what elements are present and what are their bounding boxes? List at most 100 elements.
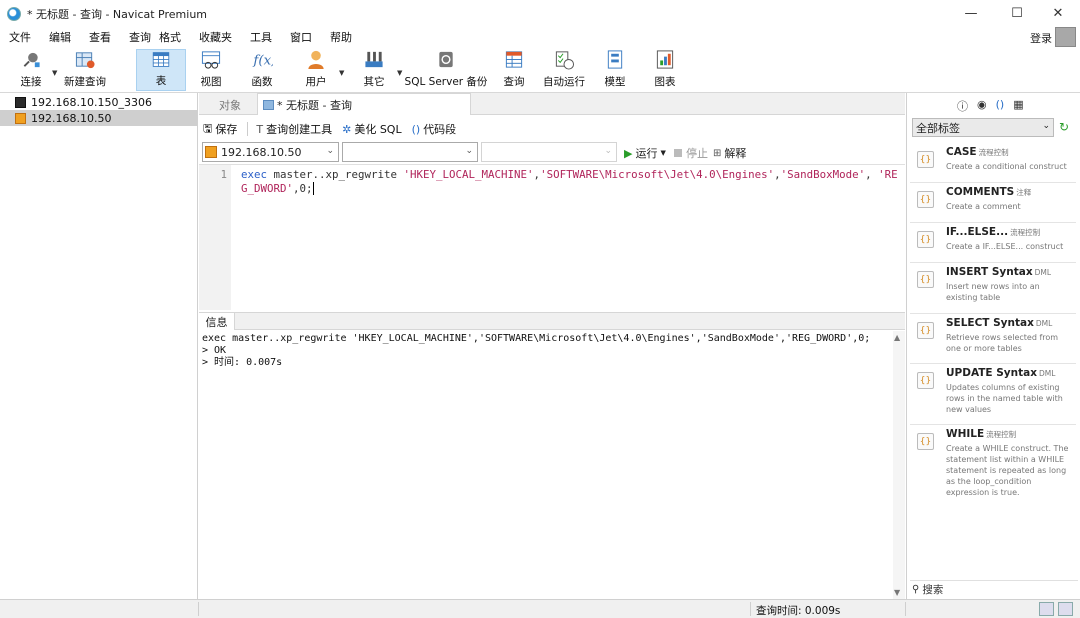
layout-left-icon[interactable]	[1039, 602, 1054, 616]
snippet-item[interactable]: {} WHILE 流程控制 Create a WHILE construct. T…	[910, 425, 1076, 505]
sqlserver-backup-label: SQL Server 备份	[404, 76, 488, 88]
snippet-desc: Create a conditional construct	[946, 162, 1067, 171]
backup-icon	[439, 51, 453, 68]
snippet-item[interactable]: {} COMMENTS 注释 Create a comment	[910, 183, 1076, 223]
menu-file[interactable]: 文件	[0, 29, 40, 45]
query-tab-label: * 无标题 - 查询	[277, 98, 352, 112]
layout-right-icon[interactable]	[1058, 602, 1073, 616]
explain-button[interactable]: ⊞ 解释	[713, 145, 746, 161]
user-dropdown-icon[interactable]: ▼	[339, 69, 344, 77]
chart-button[interactable]: 图表	[650, 49, 680, 91]
save-button[interactable]: 🖫 保存	[203, 120, 237, 139]
sql-text: master..xp_regwrite	[267, 168, 404, 181]
hammer-icon: T	[256, 122, 264, 136]
table-button[interactable]: 表	[136, 49, 186, 91]
snippet-search[interactable]: ⚲ 搜索	[910, 580, 1078, 598]
connection-item-150[interactable]: 192.168.10.150_3306	[0, 94, 197, 110]
menu-edit[interactable]: 编辑	[40, 29, 80, 45]
auto-run-button[interactable]: 自动运行	[541, 49, 587, 91]
snippet-icon: {}	[917, 372, 934, 389]
menu-format[interactable]: 格式	[155, 29, 190, 45]
menu-favorites[interactable]: 收藏夹	[190, 29, 241, 45]
connection-select[interactable]: 192.168.10.50 ⌄	[202, 142, 339, 162]
search-icon: ⚲	[912, 584, 920, 595]
connection-item-50[interactable]: 192.168.10.50	[0, 110, 197, 126]
run-dropdown-icon[interactable]: ▼	[660, 149, 665, 157]
grid-icon[interactable]: ▦	[1013, 98, 1023, 114]
navicat-logo-icon	[7, 6, 21, 21]
new-query-button[interactable]: 新建查询	[62, 49, 108, 91]
info-icon[interactable]: ⓘ	[957, 98, 968, 114]
snippet-title-row: WHILE 流程控制	[946, 428, 1016, 440]
log-line: exec master..xp_regwrite 'HKEY_LOCAL_MAC…	[202, 333, 871, 344]
main-toolbar: 连接 ▼ 新建查询 表 视图 f(x) 函数 用户 ▼ 其它 ▼ SQL Ser…	[0, 47, 1080, 93]
tag-filter-select[interactable]: 全部标签 ⌄	[912, 118, 1054, 137]
tab-info[interactable]: 信息	[199, 313, 235, 330]
snippet-item[interactable]: {} SELECT Syntax DML Retrieve rows select…	[910, 314, 1076, 364]
menu-window[interactable]: 窗口	[281, 29, 321, 45]
menu-help[interactable]: 帮助	[321, 29, 361, 45]
connect-button[interactable]: 连接	[14, 49, 48, 91]
status-divider	[750, 602, 751, 616]
snippet-desc: Insert new rows into an existing table	[946, 282, 1040, 302]
query-time: 查询时间: 0.009s	[756, 605, 841, 617]
title-bar: * 无标题 - 查询 - Navicat Premium — ☐ ✕	[0, 0, 1080, 27]
close-button[interactable]: ✕	[1035, 0, 1080, 27]
user-icon	[308, 50, 324, 70]
snippet-icon: {}	[917, 433, 934, 450]
snippet-icon: {}	[917, 271, 934, 288]
refresh-icon[interactable]: ↻	[1059, 120, 1069, 134]
tag-filter-value: 全部标签	[916, 121, 960, 135]
tab-objects[interactable]: 对象	[219, 97, 241, 113]
eye-icon[interactable]: ◉	[977, 98, 987, 114]
code-snippet-button[interactable]: () 代码段	[412, 121, 457, 137]
run-button[interactable]: ▶ 运行 ▼	[624, 145, 666, 161]
stop-button[interactable]: 停止	[674, 145, 708, 161]
line-number: 1	[220, 169, 227, 181]
menu-view[interactable]: 查看	[80, 29, 120, 45]
sql-editor[interactable]: 1 exec master..xp_regwrite 'HKEY_LOCAL_M…	[199, 164, 905, 310]
connect-dropdown-icon[interactable]: ▼	[52, 69, 57, 77]
scroll-down-icon[interactable]: ▼	[894, 588, 900, 597]
sql-keyword: exec	[241, 168, 268, 181]
connection-label: 192.168.10.50	[31, 111, 112, 125]
sqlserver-backup-button[interactable]: SQL Server 备份	[404, 49, 488, 91]
login-link[interactable]: 登录	[1030, 30, 1052, 46]
menu-query[interactable]: 查询	[120, 29, 155, 45]
snippet-item[interactable]: {} UPDATE Syntax DML Updates columns of e…	[910, 364, 1076, 425]
line-gutter: 1	[199, 165, 231, 310]
user-button[interactable]: 用户	[302, 49, 330, 91]
snippet-icon: {}	[917, 191, 934, 208]
snippet-item[interactable]: {} INSERT Syntax DML Insert new rows into…	[910, 263, 1076, 314]
braces-icon[interactable]: ()	[996, 98, 1005, 114]
scroll-up-icon[interactable]: ▲	[894, 333, 900, 342]
user-avatar-icon[interactable]	[1055, 27, 1076, 47]
snippet-item[interactable]: {} IF...ELSE... 流程控制 Create a IF...ELSE..…	[910, 223, 1076, 263]
maximize-button[interactable]: ☐	[994, 0, 1040, 27]
other-dropdown-icon[interactable]: ▼	[397, 69, 402, 77]
sqlserver-connection-icon	[15, 112, 26, 124]
text-cursor: ​	[312, 182, 314, 195]
beautify-sql-button[interactable]: ✲ 美化 SQL	[342, 121, 401, 137]
snippet-desc: Create a comment	[946, 202, 1021, 211]
mysql-connection-icon	[15, 96, 26, 108]
snippet-icon: {}	[917, 151, 934, 168]
function-button[interactable]: f(x) 函数	[246, 49, 278, 91]
menu-tools[interactable]: 工具	[241, 29, 281, 45]
sql-code[interactable]: exec master..xp_regwrite 'HKEY_LOCAL_MAC…	[241, 168, 901, 196]
view-button[interactable]: 视图	[195, 49, 227, 91]
tab-query[interactable]: * 无标题 - 查询	[257, 93, 471, 115]
query-button[interactable]: 查询	[498, 49, 530, 91]
schema-select[interactable]: ⌄	[481, 142, 617, 162]
other-button[interactable]: 其它	[360, 49, 388, 91]
database-select[interactable]: ⌄	[342, 142, 478, 162]
sql-string: 'HKEY_LOCAL_MACHINE'	[403, 168, 534, 181]
sqlserver-connection-icon	[205, 146, 217, 158]
snippet-desc: Updates columns of existing rows in the …	[946, 383, 1063, 414]
info-scrollbar[interactable]: ▲ ▼	[893, 331, 905, 599]
minimize-button[interactable]: —	[948, 0, 994, 27]
new-query-label: 新建查询	[64, 76, 106, 88]
snippet-item[interactable]: {} CASE 流程控制 Create a conditional constru…	[910, 143, 1076, 183]
query-builder-button[interactable]: T 查询创建工具	[256, 121, 332, 137]
model-button[interactable]: 模型	[600, 49, 630, 91]
